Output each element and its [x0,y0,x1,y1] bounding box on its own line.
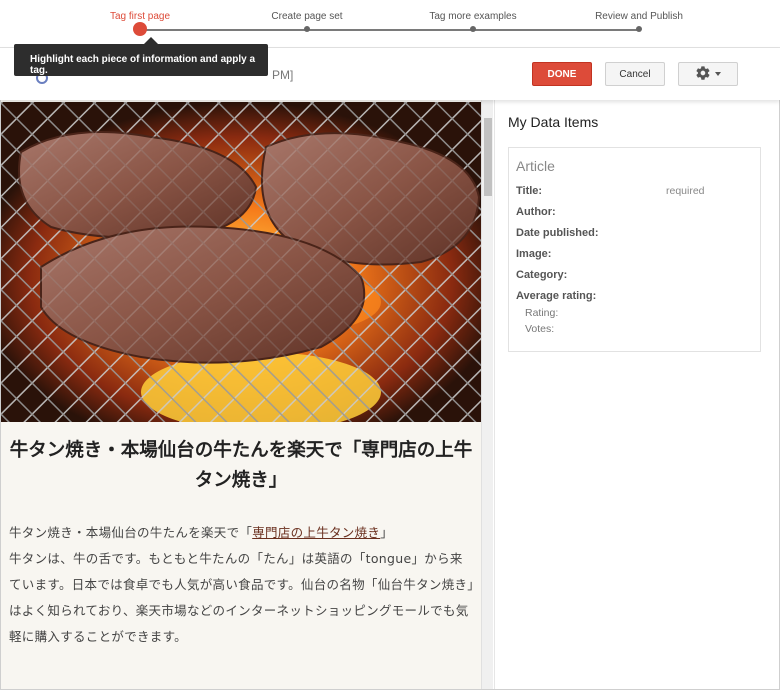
article-intro-prefix: 牛タン焼き・本場仙台の牛たんを楽天で「 [9,525,253,540]
scrollbar-thumb[interactable] [484,118,492,196]
article-card: Article Title: required Author: Date pub… [508,147,761,352]
tooltip-arrow [144,37,158,44]
chevron-down-icon [715,72,721,76]
article-paragraph: 牛タンは、牛の舌です。もともと牛たんの「たん」は英語の「tongue」から来てい… [9,551,474,644]
field-title[interactable]: Title: [516,185,542,197]
step-label: Tag more examples [429,11,517,22]
hero-image-grilled-beef-tongue[interactable] [1,102,481,422]
tooltip-text: Highlight each piece of information and … [30,54,256,76]
cancel-button[interactable]: Cancel [605,62,665,86]
field-category[interactable]: Category: [516,269,567,281]
page-url-text: PM] [272,68,294,82]
step-create-page-set[interactable]: Create page set [227,0,387,32]
article-intro-link[interactable]: 専門店の上牛タン焼き [252,525,380,540]
article-intro-suffix: 」 [380,525,394,540]
step-dot [470,26,476,32]
progress-steps: Tag first page Create page set Tag more … [0,0,780,48]
field-image[interactable]: Image: [516,248,551,260]
step-dot [636,26,642,32]
card-title: Article [516,158,555,174]
page-preview[interactable]: 牛タン焼き・本場仙台の牛たんを楽天で「専門店の上牛タン焼き」 牛タン焼き・本場仙… [1,100,481,689]
step-tag-more-examples[interactable]: Tag more examples [393,0,553,32]
gear-icon [695,65,711,84]
field-author[interactable]: Author: [516,206,556,218]
data-items-title: My Data Items [508,114,599,130]
step-dot [304,26,310,32]
field-date-published[interactable]: Date published: [516,227,599,239]
step-connector [140,29,640,31]
settings-button[interactable] [678,62,738,86]
required-badge: required [666,185,705,197]
subfield-votes[interactable]: Votes: [525,323,554,335]
step-dot-active [133,22,147,36]
subfield-rating[interactable]: Rating: [525,307,558,319]
article-body[interactable]: 牛タン焼き・本場仙台の牛たんを楽天で「専門店の上牛タン焼き」 牛タンは、牛の舌で… [9,520,475,650]
step-tag-first-page[interactable]: Tag first page [60,0,220,36]
step-review-and-publish[interactable]: Review and Publish [559,0,719,32]
instruction-tooltip: Highlight each piece of information and … [14,37,268,76]
step-label: Create page set [271,11,343,22]
article-title[interactable]: 牛タン焼き・本場仙台の牛たんを楽天で「専門店の上牛タン焼き」 [9,436,473,496]
data-items-panel: My Data Items Article Title: required Au… [494,100,779,689]
step-label: Review and Publish [595,11,683,22]
done-button[interactable]: DONE [532,62,592,86]
grill-photo [1,102,481,422]
step-label: Tag first page [109,11,171,22]
field-average-rating[interactable]: Average rating: [516,290,596,302]
preview-scrollbar[interactable] [481,100,493,689]
